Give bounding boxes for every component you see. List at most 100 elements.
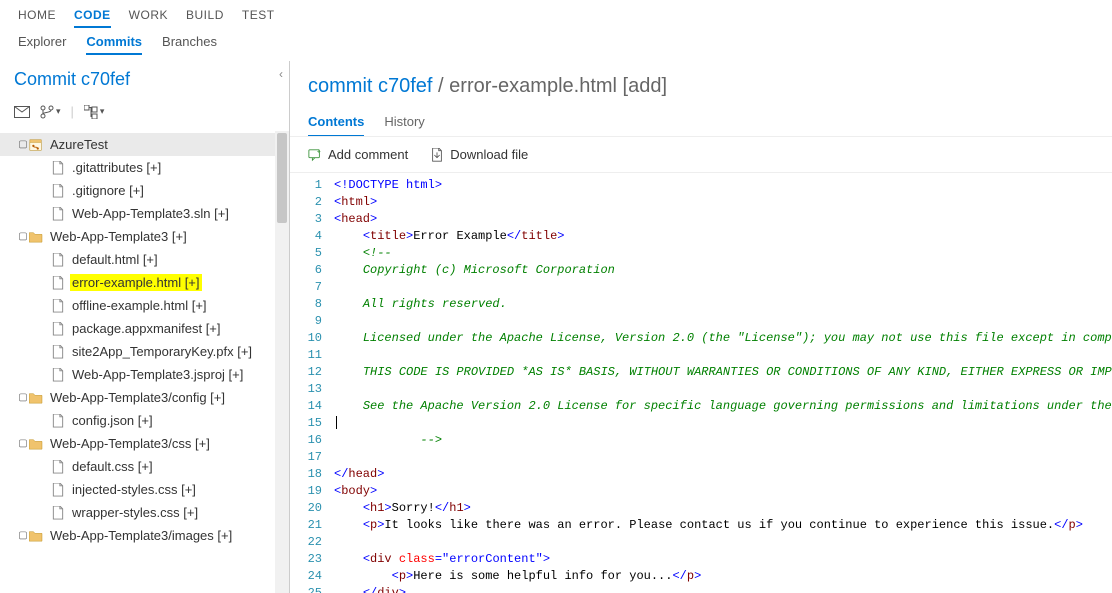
line-number: 1 [290, 177, 334, 194]
tree-file[interactable]: offline-example.html [+] [0, 294, 289, 317]
content-tab-contents[interactable]: Contents [308, 114, 364, 137]
code-text [334, 279, 1112, 296]
tree-folder[interactable]: ▢Web-App-Template3/config [+] [0, 386, 289, 409]
tree-scrollbar[interactable] [275, 131, 289, 593]
line-number: 22 [290, 534, 334, 551]
tree-folder[interactable]: ▢Web-App-Template3/css [+] [0, 432, 289, 455]
path-sep: / [432, 75, 449, 97]
folder-icon [28, 438, 44, 450]
tree-caret-icon[interactable]: ▢ [18, 530, 28, 541]
file-icon [50, 276, 66, 290]
sub-tab-explorer[interactable]: Explorer [18, 34, 66, 55]
top-nav: HOME CODE WORK BUILD TEST [0, 0, 1112, 28]
line-number: 18 [290, 466, 334, 483]
file-icon [50, 483, 66, 497]
tree-file[interactable]: wrapper-styles.css [+] [0, 501, 289, 524]
code-view[interactable]: 1<!DOCTYPE html>2<html>3<head>4 <title>E… [290, 173, 1112, 593]
code-line: 2<html> [290, 194, 1112, 211]
file-icon [50, 161, 66, 175]
svg-text:+: + [317, 148, 321, 155]
file-icon [50, 506, 66, 520]
sub-tab-branches[interactable]: Branches [162, 34, 217, 55]
code-line: 10 Licensed under the Apache License, Ve… [290, 330, 1112, 347]
tree-folder[interactable]: ▢AzureTest [0, 133, 289, 156]
code-text [334, 381, 1112, 398]
line-number: 9 [290, 313, 334, 330]
tree-file[interactable]: Web-App-Template3.jsproj [+] [0, 363, 289, 386]
top-tab-build[interactable]: BUILD [186, 8, 224, 22]
tree-caret-icon[interactable]: ▢ [18, 139, 28, 150]
sub-nav: Explorer Commits Branches [0, 28, 1112, 61]
top-tab-test[interactable]: TEST [242, 8, 275, 22]
folder-icon [28, 231, 44, 243]
tree-file[interactable]: package.appxmanifest [+] [0, 317, 289, 340]
code-text: <h1>Sorry!</h1> [334, 500, 1112, 517]
tree-folder[interactable]: ▢ Web-App-Template3/images [+] [0, 524, 289, 547]
branch-icon[interactable]: ▾ [40, 105, 61, 119]
line-number: 12 [290, 364, 334, 381]
code-text: <html> [334, 194, 1112, 211]
tree-file[interactable]: default.html [+] [0, 248, 289, 271]
content-tabs: Contents History [290, 106, 1112, 137]
code-line: 24 <p>Here is some helpful info for you.… [290, 568, 1112, 585]
tree-folder[interactable]: ▢Web-App-Template3 [+] [0, 225, 289, 248]
file-icon [50, 322, 66, 336]
code-text: <p>It looks like there was an error. Ple… [334, 517, 1112, 534]
sub-tab-commits[interactable]: Commits [86, 34, 142, 55]
action-bar: + Add comment Download file [290, 136, 1112, 173]
tree-file[interactable]: config.json [+] [0, 409, 289, 432]
content-tab-history[interactable]: History [384, 114, 424, 137]
tree-file[interactable]: Web-App-Template3.sln [+] [0, 202, 289, 225]
tree-label: error-example.html [+] [70, 274, 202, 291]
tree-label: .gitignore [+] [70, 182, 146, 199]
tree-file[interactable]: .gitignore [+] [0, 179, 289, 202]
code-line: 22 [290, 534, 1112, 551]
tree-caret-icon[interactable]: ▢ [18, 438, 28, 449]
tree-file[interactable]: site2App_TemporaryKey.pfx [+] [0, 340, 289, 363]
code-text: <body> [334, 483, 1112, 500]
commit-link[interactable]: commit c70fef [308, 75, 432, 97]
tree-file[interactable]: default.css [+] [0, 455, 289, 478]
tree-label: offline-example.html [+] [70, 297, 209, 314]
add-comment-button[interactable]: + Add comment [308, 147, 408, 162]
code-text: THIS CODE IS PROVIDED *AS IS* BASIS, WIT… [334, 364, 1112, 381]
line-number: 21 [290, 517, 334, 534]
code-text: Copyright (c) Microsoft Corporation [334, 262, 1112, 279]
code-line: 14 See the Apache Version 2.0 License fo… [290, 398, 1112, 415]
folder-icon [28, 392, 44, 404]
tree-file[interactable]: error-example.html [+] [0, 271, 289, 294]
line-number: 15 [290, 415, 334, 432]
line-number: 5 [290, 245, 334, 262]
line-number: 17 [290, 449, 334, 466]
code-text [334, 313, 1112, 330]
repo-icon [28, 138, 44, 152]
line-number: 23 [290, 551, 334, 568]
mail-icon[interactable] [14, 106, 30, 118]
code-text: <!DOCTYPE html> [334, 177, 1112, 194]
tree-caret-icon[interactable]: ▢ [18, 231, 28, 242]
download-file-button[interactable]: Download file [430, 147, 528, 162]
code-text: All rights reserved. [334, 296, 1112, 313]
tree-view-icon[interactable]: ▾ [84, 105, 105, 119]
file-icon [50, 414, 66, 428]
tree-caret-icon[interactable]: ▢ [18, 392, 28, 403]
line-number: 14 [290, 398, 334, 415]
line-number: 16 [290, 432, 334, 449]
tree-file[interactable]: injected-styles.css [+] [0, 478, 289, 501]
collapse-panel-icon[interactable]: ‹ [279, 67, 283, 81]
line-number: 20 [290, 500, 334, 517]
code-text: </head> [334, 466, 1112, 483]
line-number: 19 [290, 483, 334, 500]
tree-label: Web-App-Template3/images [+] [48, 527, 234, 544]
commit-id: c70fef [81, 69, 130, 89]
folder-icon [28, 530, 44, 542]
right-panel: commit c70fef / error-example.html [add]… [290, 61, 1112, 593]
code-line: 21 <p>It looks like there was an error. … [290, 517, 1112, 534]
line-number: 3 [290, 211, 334, 228]
toolbar-separator: | [71, 104, 74, 119]
top-tab-work[interactable]: WORK [129, 8, 168, 22]
code-line: 20 <h1>Sorry!</h1> [290, 500, 1112, 517]
tree-file[interactable]: .gitattributes [+] [0, 156, 289, 179]
top-tab-code[interactable]: CODE [74, 8, 111, 28]
top-tab-home[interactable]: HOME [18, 8, 56, 22]
